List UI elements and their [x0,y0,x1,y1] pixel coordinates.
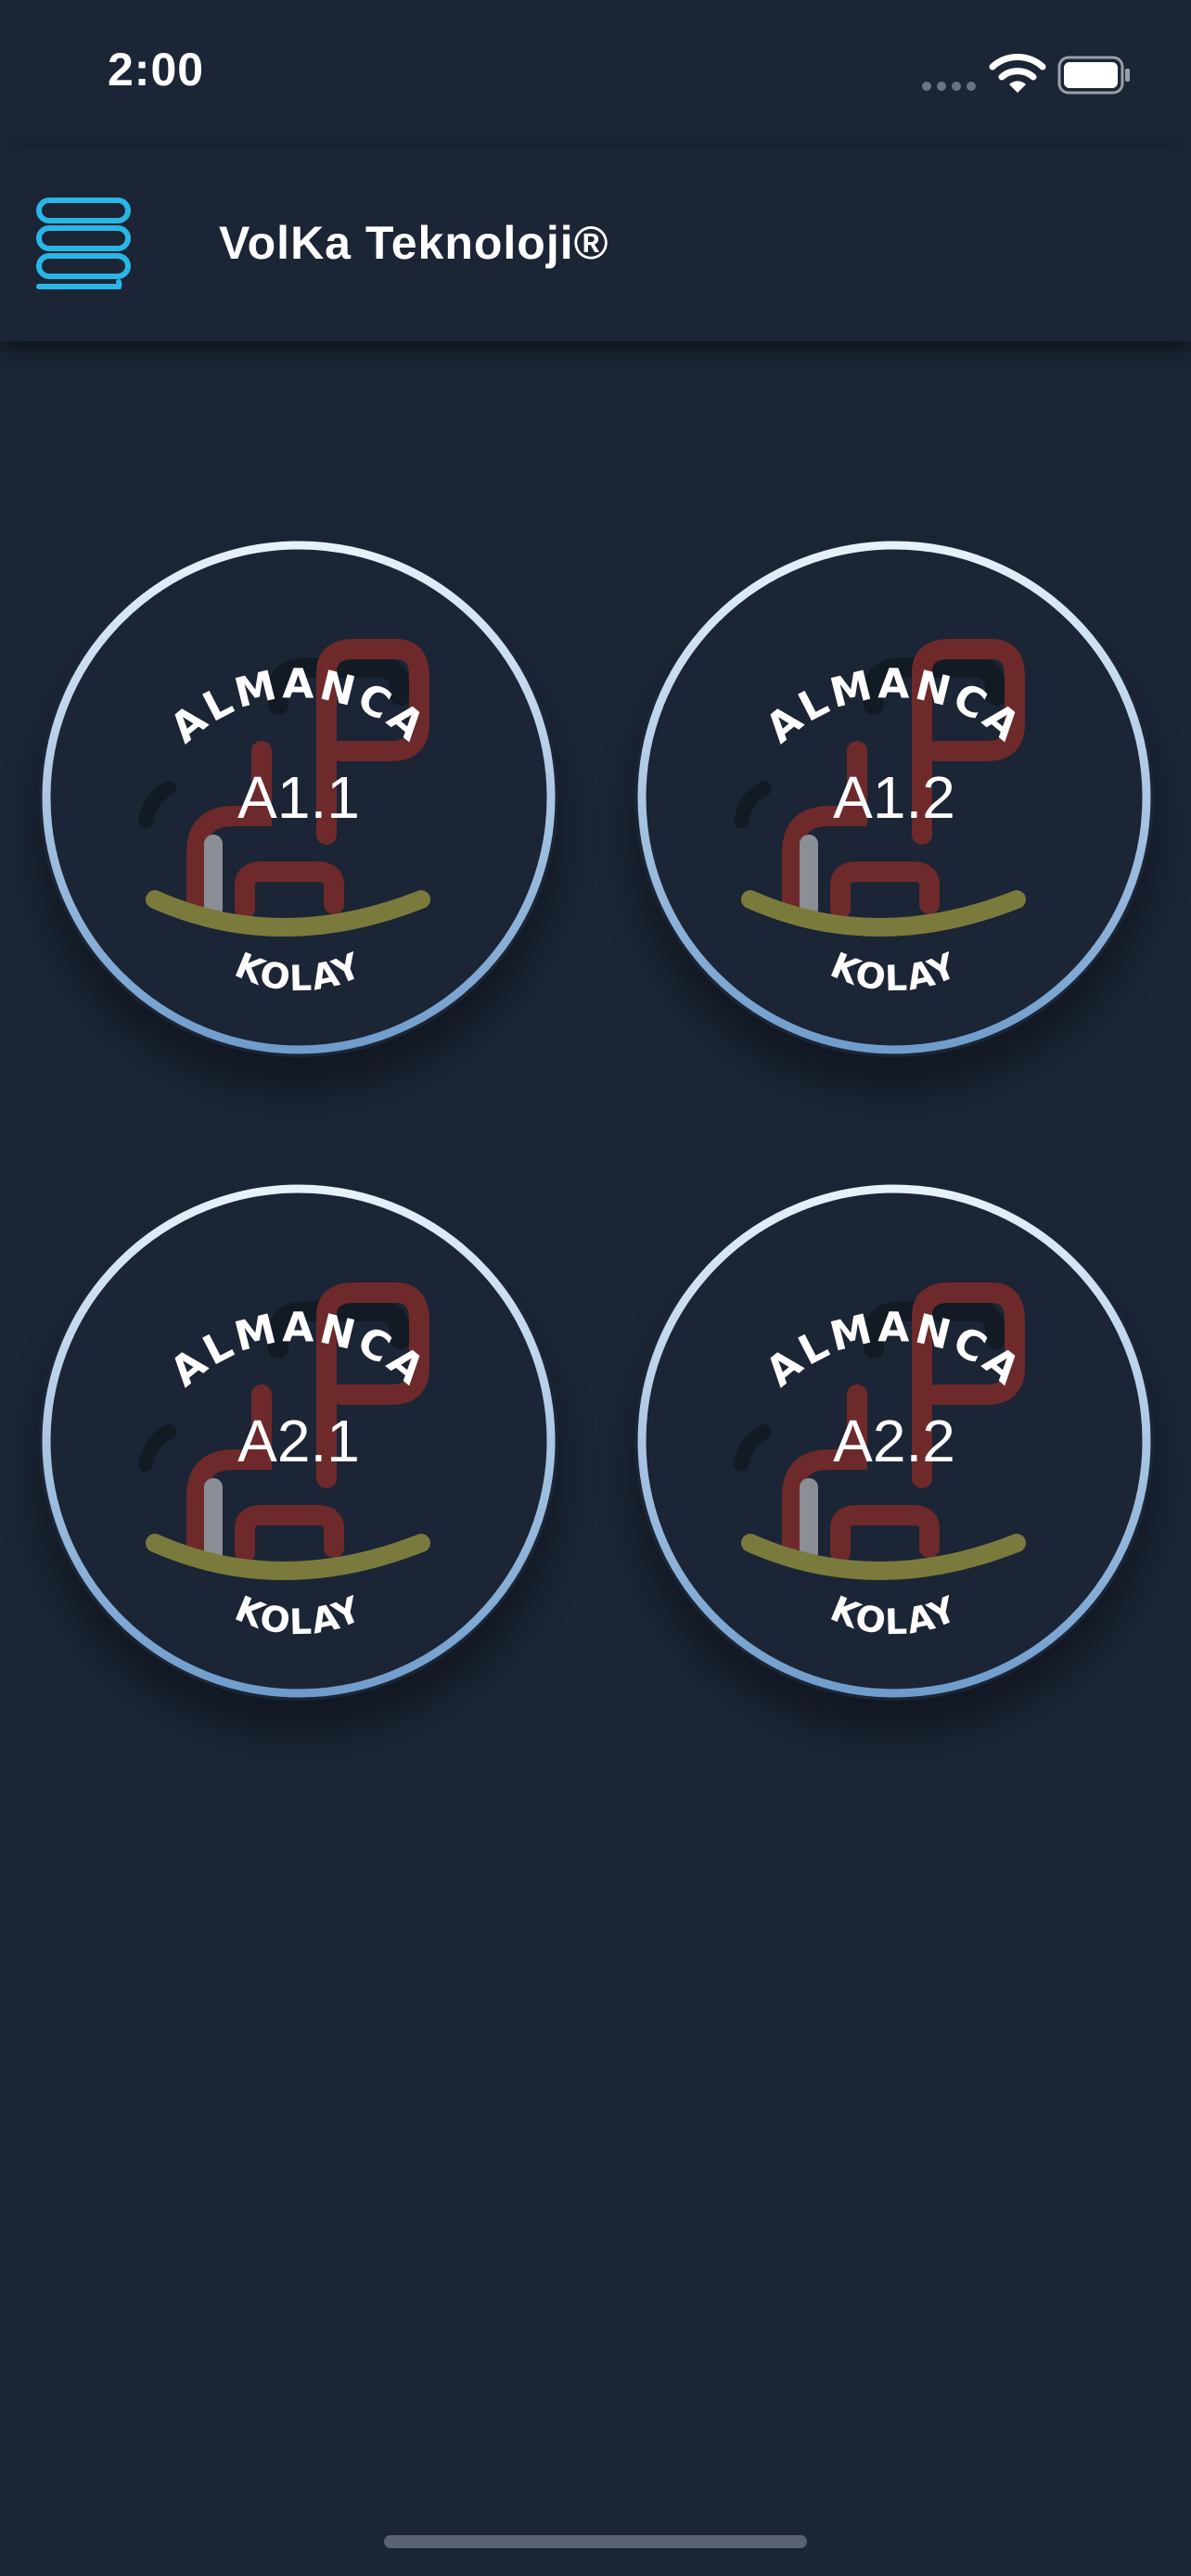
status-bar: 2:00 [0,0,1191,148]
battery-icon [1057,56,1130,95]
menu-icon [36,198,131,289]
wifi-icon [989,54,1046,93]
course-label: A1.2 [833,764,955,831]
course-button-a2-1[interactable]: ALMANCA KOLAY A2.1 [39,1181,558,1701]
course-button-a2-2[interactable]: ALMANCA KOLAY A2.2 [634,1181,1154,1701]
course-label: A2.2 [833,1408,955,1474]
home-indicator[interactable] [384,2535,807,2548]
course-label: A1.1 [237,764,360,831]
app-title: VolKa Teknoloji® [219,217,609,269]
status-time: 2:00 [108,44,205,96]
course-button-a1-2[interactable]: ALMANCA KOLAY A1.2 [634,538,1154,1057]
app-bar: VolKa Teknoloji® [0,148,1191,341]
menu-button[interactable] [33,193,141,300]
course-button-a1-1[interactable]: ALMANCA KOLAY A1.1 [39,538,558,1057]
course-label: A2.1 [237,1408,360,1474]
signal-icon [922,82,976,93]
